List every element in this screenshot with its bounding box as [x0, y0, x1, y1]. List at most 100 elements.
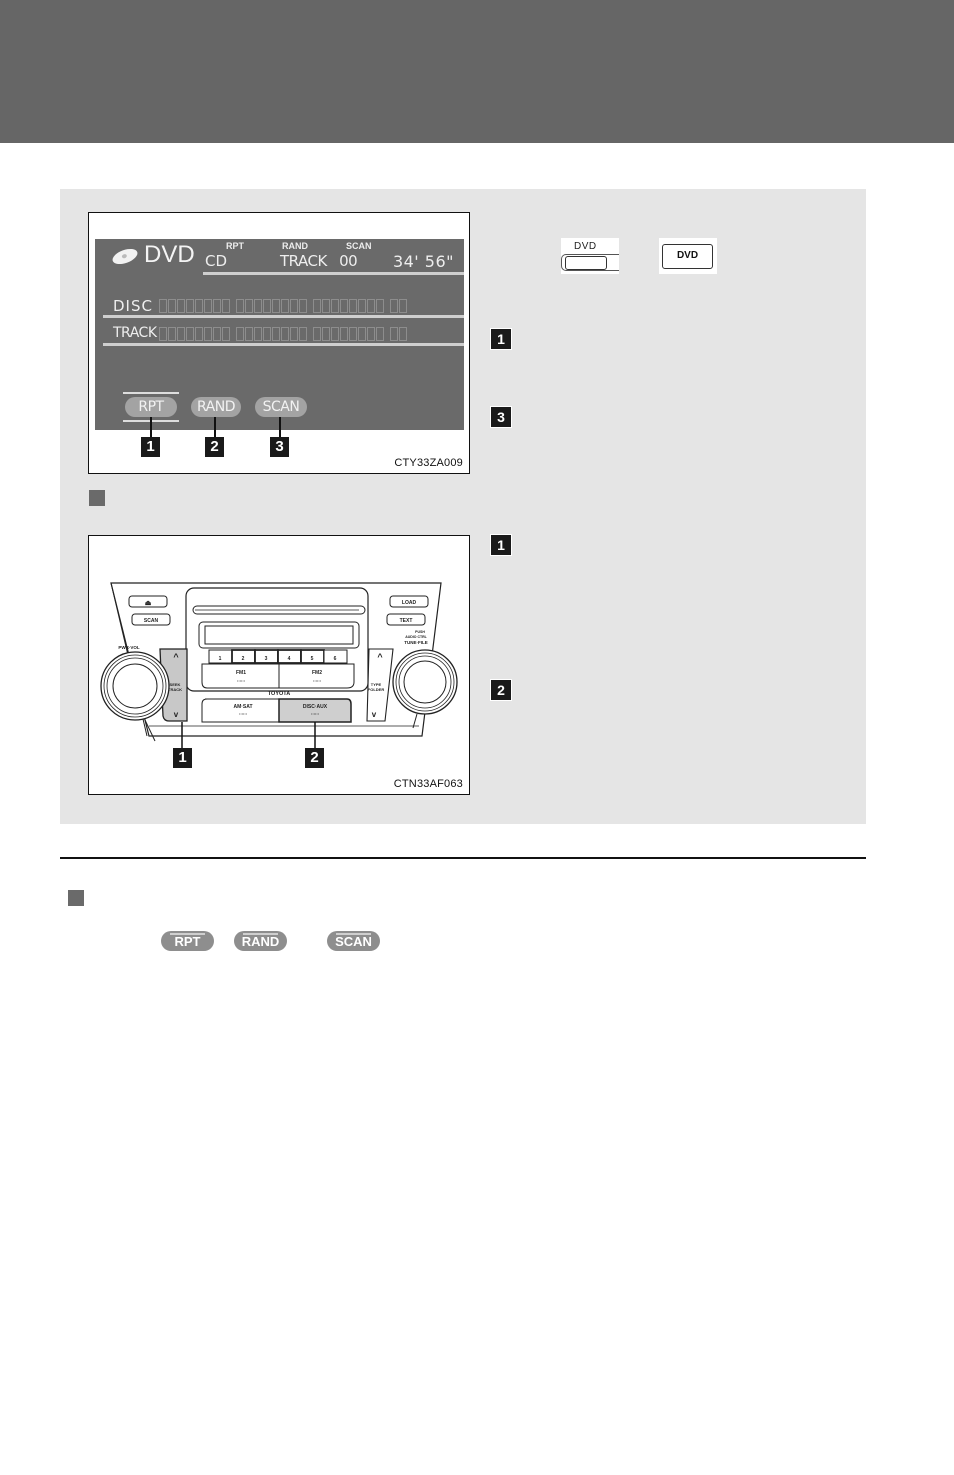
segment-cell	[236, 327, 244, 341]
segment-cell	[399, 299, 407, 313]
segment-cell	[299, 299, 307, 313]
segment-cell	[186, 327, 194, 341]
segment-group	[236, 327, 307, 341]
segment-cell	[186, 299, 194, 313]
figure-code: CTY33ZA009	[394, 457, 463, 469]
segment-cell	[290, 327, 298, 341]
divider	[103, 315, 464, 318]
rand-indicator: RAND	[282, 241, 308, 251]
segment-cell	[263, 299, 271, 313]
segment-group	[236, 299, 307, 313]
segment-cell	[322, 327, 330, 341]
segment-cell	[331, 327, 339, 341]
preset-4: 4	[288, 656, 291, 662]
callout-1: 1	[141, 437, 160, 457]
rpt-button[interactable]: RPT	[125, 397, 177, 417]
segment-group	[159, 299, 230, 313]
segment-cell	[390, 327, 398, 341]
segment-cell	[281, 327, 289, 341]
segment-cell	[272, 327, 280, 341]
segment-cell	[313, 299, 321, 313]
segment-cell	[204, 299, 212, 313]
track-label: TRACK	[280, 252, 327, 270]
step-marker-3: 3	[490, 406, 512, 428]
preset-1: 1	[219, 656, 222, 662]
am-sat-dots: ::::::	[239, 711, 247, 716]
segment-cell	[322, 299, 330, 313]
dvd-button[interactable]: DVD	[662, 244, 713, 269]
step-marker-1: 1	[490, 328, 512, 350]
segment-cell	[299, 327, 307, 341]
folder-up-icon: ^	[377, 652, 383, 662]
source-label: CD	[205, 252, 228, 270]
mode-label: DVD	[144, 241, 195, 268]
preset-2: 2	[242, 656, 245, 662]
segment-cell	[177, 327, 185, 341]
segment-cell	[159, 327, 167, 341]
seek-down-icon: v	[174, 710, 179, 719]
pwr-vol-label: PWR·VOL	[118, 645, 139, 650]
segment-cell	[290, 299, 298, 313]
disc-icon	[110, 245, 140, 268]
screen-figure: DVD CD RPT RAND SCAN TRACK 00 34' 56" DI…	[88, 212, 470, 474]
segment-cell	[331, 299, 339, 313]
scan-button[interactable]: SCAN	[255, 397, 307, 417]
callout-leader	[279, 417, 281, 437]
segment-cell	[254, 327, 262, 341]
segment-cell	[340, 299, 348, 313]
preset-5: 5	[311, 656, 314, 662]
scan-button-icon: SCAN	[327, 931, 380, 951]
segment-group	[159, 327, 230, 341]
audio-screen-display: DVD CD RPT RAND SCAN TRACK 00 34' 56" DI…	[95, 239, 464, 430]
segment-cell	[367, 327, 375, 341]
folder-label: FOLDER	[368, 687, 385, 692]
rand-button[interactable]: RAND	[191, 397, 241, 417]
fm2-label: FM2	[312, 670, 322, 676]
callout-2: 2	[205, 437, 224, 457]
step-marker-1: 1	[490, 534, 512, 556]
segment-cell	[358, 327, 366, 341]
segment-cell	[213, 299, 221, 313]
segment-cell	[254, 299, 262, 313]
track-number: 00	[339, 252, 358, 270]
fm1-button	[201, 663, 280, 689]
eject-icon: ⏏	[145, 600, 152, 607]
brand-label: TOYOTA	[268, 691, 290, 697]
segment-cell	[168, 327, 176, 341]
dvd-button-label: DVD	[574, 241, 597, 252]
segment-group	[313, 299, 384, 313]
divider	[103, 343, 464, 346]
track-readout: TRACK 00	[280, 252, 358, 270]
step-marker-2: 2	[490, 679, 512, 701]
dvd-button[interactable]	[565, 256, 607, 270]
callout-1: 1	[173, 748, 192, 768]
push-label: PUSH	[415, 630, 425, 634]
callout-3: 3	[270, 437, 289, 457]
segment-group	[313, 327, 384, 341]
fm2-preset-dots: ::::::	[313, 678, 321, 683]
subheading-square-icon	[89, 490, 105, 506]
segment-cell	[204, 327, 212, 341]
elapsed-time: 34' 56"	[392, 252, 454, 271]
disc-text-segments	[159, 299, 458, 313]
rand-button-icon: RAND	[234, 931, 287, 951]
figure-code: CTN33AF063	[393, 778, 463, 790]
rpt-button-icon: RPT	[161, 931, 214, 951]
load-label: LOAD	[402, 600, 417, 606]
segment-cell	[358, 299, 366, 313]
disc-row-label: DISC	[113, 297, 153, 315]
segment-cell	[245, 299, 253, 313]
rpt-indicator: RPT	[226, 241, 244, 251]
segment-cell	[245, 327, 253, 341]
display-glass	[204, 625, 354, 645]
segment-cell	[349, 327, 357, 341]
track-label-hw: TRACK	[168, 687, 182, 692]
subheading-square-icon	[68, 890, 84, 906]
fm2-button	[278, 663, 355, 689]
scan-indicator: SCAN	[346, 241, 372, 251]
audio-panel-figure: 1 2 3 4 5 6 FM1 :::::: FM2 :::::: TOYOTA…	[88, 535, 470, 795]
segment-cell	[376, 299, 384, 313]
segment-cell	[313, 327, 321, 341]
segment-cell	[376, 327, 384, 341]
section-divider	[60, 857, 866, 859]
